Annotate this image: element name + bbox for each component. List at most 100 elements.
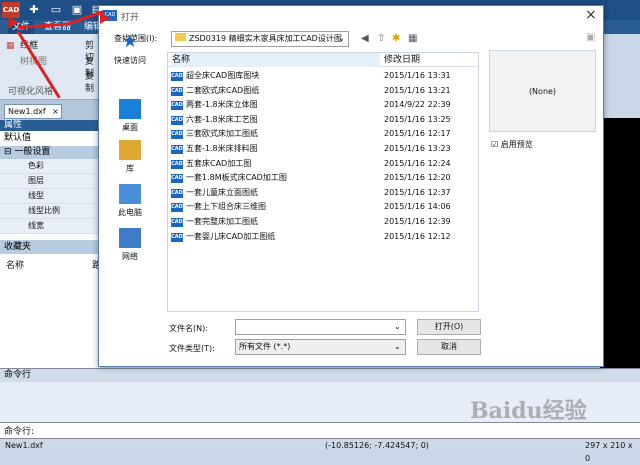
cad-file-icon: CAD	[171, 101, 183, 111]
general-settings-group[interactable]: ⊟ 一般设置	[0, 146, 99, 159]
open-button[interactable]: 打开(O)	[417, 319, 481, 335]
file-row[interactable]: CAD 五套-1.8米床排料图 2015/1/16 13:23	[168, 142, 478, 157]
prop-color[interactable]: 色彩	[0, 159, 99, 174]
drawing-canvas[interactable]	[600, 118, 640, 368]
place-desktop[interactable]: 桌面	[104, 99, 156, 133]
col-name-label: 名称	[172, 55, 191, 65]
filetype-value: 所有文件 (*.*)	[239, 342, 291, 351]
place-this-pc-label: 此电脑	[118, 208, 142, 217]
file-row[interactable]: CAD 一套儿童床立面图纸 2015/1/16 12:37	[168, 186, 478, 201]
cad-file-icon: CAD	[171, 188, 183, 198]
cad-file-icon: CAD	[171, 232, 183, 242]
lookin-select[interactable]: ZSD0319 精细实木家具床加工CAD设计图 ⌄	[171, 31, 349, 47]
file-date: 2015/1/16 12:17	[384, 129, 451, 139]
chevron-down-icon[interactable]: ⌄	[394, 320, 401, 334]
general-settings-label: 一般设置	[14, 147, 51, 157]
chevron-down-icon[interactable]: ⌄	[338, 32, 345, 46]
favorites-col-name[interactable]: 名称	[6, 258, 24, 271]
file-name: 六套-1.8米床工艺图	[186, 114, 258, 124]
col-date-header[interactable]: 修改日期	[384, 53, 420, 67]
file-row[interactable]: CAD 一套1.8M板式床CAD加工图 2015/1/16 12:20	[168, 171, 478, 186]
cancel-button[interactable]: 取消	[417, 339, 481, 355]
properties-default: 默认值	[0, 131, 99, 146]
file-row[interactable]: CAD 两套-1.8米床立体图 2014/9/22 22:39	[168, 98, 478, 113]
file-date: 2015/1/16 12:20	[384, 173, 451, 183]
file-list: 名称 修改日期 CAD 超全床CAD图库图块 2015/1/16 13:31 CAD 二…	[167, 52, 479, 312]
filetype-select[interactable]: 所有文件 (*.*) ⌄	[235, 339, 406, 355]
watermark: Baidu经验	[470, 398, 587, 424]
file-row[interactable]: CAD 一套完整床加工图纸 2015/1/16 12:39	[168, 215, 478, 230]
places-bar: ★ 快速访问 桌面 库 此电脑 网络	[104, 32, 156, 272]
cad-file-icon: CAD	[171, 145, 183, 154]
file-date: 2014/9/22 22:39	[384, 100, 451, 110]
place-this-pc[interactable]: 此电脑	[104, 184, 156, 218]
file-row[interactable]: CAD 六套-1.8米床工艺图 2015/1/16 13:25	[168, 113, 478, 128]
command-prompt: 命令行:	[4, 427, 35, 437]
favorites-panel: 收藏夹 名称 路	[0, 240, 101, 368]
cad-file-icon: CAD	[171, 86, 183, 96]
file-row[interactable]: CAD 五套床CAD加工图 2015/1/16 12:24	[168, 157, 478, 172]
folder-icon	[175, 33, 186, 41]
collapse-icon[interactable]: ⊟	[4, 147, 12, 157]
prop-linetype-scale[interactable]: 线型比例	[0, 204, 99, 219]
prop-layer[interactable]: 图层	[0, 174, 99, 189]
place-library[interactable]: 库	[104, 140, 156, 174]
cad-file-icon: CAD	[171, 174, 183, 184]
col-name-header[interactable]: 名称	[172, 53, 380, 67]
visual-style-group-label: 可视化风格	[8, 87, 54, 97]
new-icon[interactable]: ✚	[27, 3, 41, 17]
file-row[interactable]: CAD 超全床CAD图库图块 2015/1/16 13:31	[168, 69, 478, 84]
command-panel-header: 命令行	[0, 369, 640, 382]
place-quick-access-label: 快速访问	[114, 56, 146, 65]
view-menu-icon[interactable]: ▦	[408, 33, 417, 44]
place-network[interactable]: 网络	[104, 228, 156, 262]
cad-file-icon: CAD	[171, 130, 183, 140]
place-network-label: 网络	[122, 252, 138, 261]
file-date: 2015/1/16 14:06	[384, 202, 451, 212]
properties-panel: 属性 默认值 ⊟ 一般设置 色彩 图层 线型 线型比例 线宽	[0, 120, 100, 240]
file-row[interactable]: CAD 一套上下组合床三维图 2015/1/16 14:06	[168, 200, 478, 215]
desktop-icon	[119, 99, 141, 119]
chevron-down-icon[interactable]: ⌄	[394, 340, 401, 354]
checkbox-checked-icon: ☑	[491, 140, 499, 149]
file-row[interactable]: CAD 一套婴儿床CAD加工图纸 2015/1/16 12:12	[168, 230, 478, 245]
dialog-title-bar: CAD 打开 ×	[99, 6, 603, 26]
file-name: 一套儿童床立面图纸	[186, 187, 258, 197]
back-icon[interactable]: ◀	[361, 33, 369, 44]
open-folder-icon[interactable]: ▭	[49, 3, 63, 17]
status-coords: (-10.85126; -7.424547; 0)	[325, 441, 429, 450]
status-file: New1.dxf	[5, 441, 43, 450]
filename-label: 文件名(N):	[169, 324, 208, 333]
cad-file-icon: CAD	[171, 218, 183, 227]
doc-tab-label: New1.dxf	[8, 107, 46, 116]
file-date: 2015/1/16 13:21	[384, 85, 451, 95]
close-icon[interactable]: ×	[585, 7, 597, 23]
file-date: 2015/1/16 13:31	[384, 71, 451, 80]
save-icon[interactable]: ▣	[70, 3, 84, 17]
network-icon	[119, 228, 141, 248]
properties-header: 属性	[0, 120, 99, 131]
file-row[interactable]: CAD 三套欧式床加工图纸 2015/1/16 12:17	[168, 127, 478, 142]
wireframe-icon: ▦	[6, 41, 15, 51]
enable-preview-checkbox[interactable]: ☑ 启用预览	[491, 139, 533, 150]
prop-lineweight[interactable]: 线宽	[0, 219, 99, 234]
filename-input[interactable]: ⌄	[235, 319, 406, 335]
file-name: 一套完整床加工图纸	[186, 217, 258, 226]
file-name: 一套1.8M板式床CAD加工图	[186, 173, 287, 183]
favorites-header: 收藏夹	[0, 240, 100, 254]
file-list-header: 名称 修改日期	[168, 53, 478, 67]
file-row[interactable]: CAD 二套欧式床CAD图纸 2015/1/16 13:21	[168, 84, 478, 99]
doc-tab-new1[interactable]: New1.dxf ×	[4, 104, 62, 119]
place-quick-access[interactable]: ★ 快速访问	[104, 32, 156, 66]
file-name: 一套婴儿床CAD加工图纸	[186, 231, 276, 241]
file-name: 五套床CAD加工图	[186, 158, 252, 168]
file-date: 2015/1/16 12:12	[384, 231, 451, 241]
close-icon[interactable]: ×	[52, 105, 59, 118]
up-folder-icon[interactable]: ⇧	[377, 33, 385, 44]
new-folder-icon[interactable]: ✱	[392, 33, 400, 44]
preview-toggle-icon[interactable]: ▣	[586, 32, 595, 43]
prop-linetype[interactable]: 线型	[0, 189, 99, 204]
place-library-label: 库	[126, 164, 134, 173]
lookin-value: ZSD0319 精细实木家具床加工CAD设计图	[189, 34, 342, 43]
preview-text: (None)	[528, 87, 557, 96]
